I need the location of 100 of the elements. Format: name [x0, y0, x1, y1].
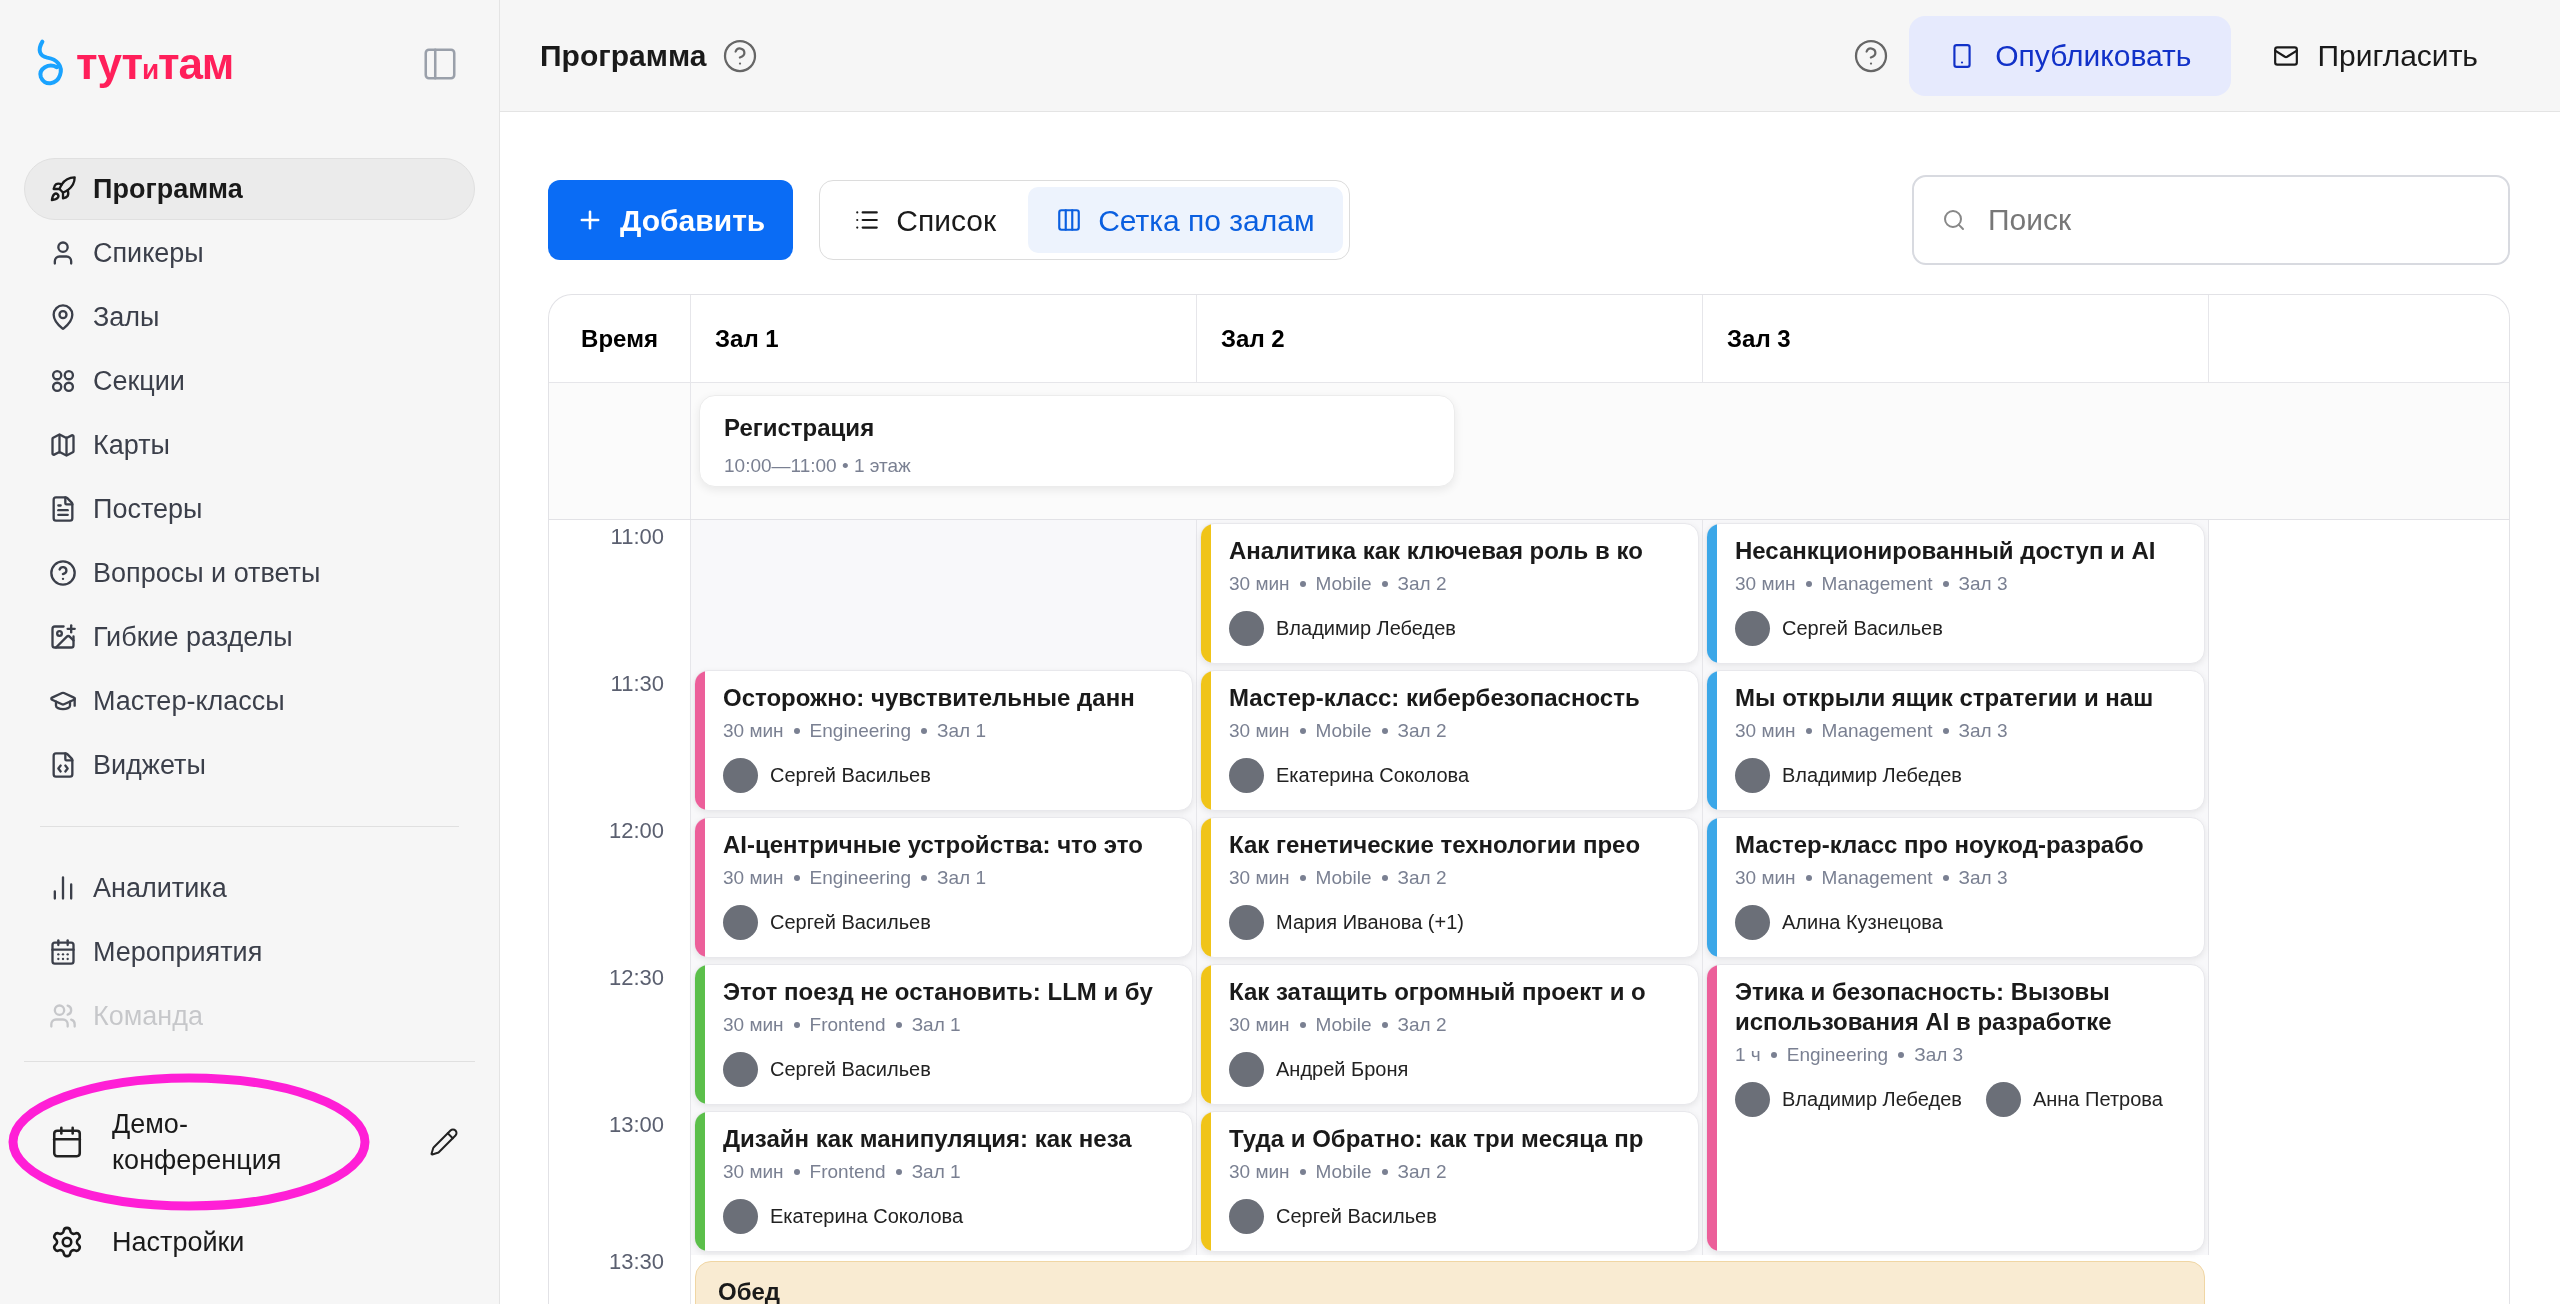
sidebar-item[interactable]: Аналитика — [24, 857, 475, 919]
users-icon — [49, 1002, 77, 1030]
session-title: Как затащить огромный проект и о — [1229, 977, 1646, 1007]
session-track: Mobile — [1315, 1160, 1372, 1184]
session-title: Туда и Обратно: как три месяца пр — [1229, 1124, 1644, 1154]
speaker-name: Анна Петрова — [2032, 1087, 2163, 1112]
speaker-name: Сергей Васильев — [770, 763, 931, 788]
settings-button[interactable]: Настройки — [24, 1222, 475, 1263]
sidebar-item[interactable]: Мероприятия — [24, 921, 475, 983]
session-track: Frontend — [809, 1160, 886, 1184]
avatar — [1229, 1051, 1264, 1087]
session-room: Зал 3 — [1958, 572, 2008, 596]
session-title: Этот поезд не остановить: LLM и бу — [723, 977, 1153, 1007]
session-track: Management — [1821, 572, 1933, 596]
sidebar-toggle-icon[interactable] — [421, 45, 459, 83]
image-icon — [49, 623, 77, 651]
speaker-name: Сергей Васильев — [1276, 1204, 1437, 1229]
sidebar-item[interactable]: Гибкие разделы — [24, 606, 475, 668]
session-duration: 30 мин — [723, 719, 784, 743]
session-card[interactable]: Как генетические технологии прео 30 мин Mobile Зал 2 Мария Иванова (+1) — [1200, 817, 1699, 958]
session-duration: 30 мин — [1229, 1013, 1290, 1037]
time-label: 12:00 — [608, 817, 664, 844]
session-card[interactable]: AI-центричные устройства: что это 30 мин Engineering Зал 1 Сергей Васильев — [694, 817, 1193, 958]
session-room: Зал 1 — [911, 1160, 961, 1184]
session-title: Осторожно: чувствительные данн — [723, 683, 1135, 713]
session-room: Зал 1 — [911, 1013, 961, 1037]
session-duration: 30 мин — [1735, 866, 1796, 890]
session-card[interactable]: Туда и Обратно: как три месяца пр 30 мин Mobile Зал 2 Сергей Васильев — [1200, 1111, 1699, 1252]
session-card[interactable]: Этика и безопасность: Вызовы использования AI в разработке 1 ч Engineering Зал 3 Владимир Лебедев Анна Петрова — [1706, 964, 2205, 1252]
session-title: Мастер-класс про ноукод-разрабо — [1735, 830, 2144, 860]
session-room: Зал 2 — [1397, 572, 1447, 596]
registration-card[interactable]: Регистрация 10:00—11:00 • 1 этаж — [699, 395, 1455, 487]
session-card[interactable]: Дизайн как манипуляция: как неза 30 мин Frontend Зал 1 Екатерина Соколова — [694, 1111, 1193, 1252]
speaker-name: Сергей Васильев — [770, 1057, 931, 1082]
edit-icon[interactable] — [429, 1127, 459, 1157]
session-card[interactable]: Осторожно: чувствительные данн 30 мин Engineering Зал 1 Сергей Васильев — [694, 670, 1193, 811]
speaker-name: Владимир Лебедев — [1276, 616, 1456, 641]
session-card[interactable]: Аналитика как ключевая роль в ко 30 мин Mobile Зал 2 Владимир Лебедев — [1200, 523, 1699, 664]
session-duration: 30 мин — [1229, 1160, 1290, 1184]
search-field[interactable]: Поиск — [1912, 175, 2510, 265]
avatar — [1229, 1198, 1264, 1234]
session-card[interactable]: Мастер-класс про ноукод-разрабо 30 мин Management Зал 3 Алина Кузнецова — [1706, 817, 2205, 958]
speaker-name: Алина Кузнецова — [1782, 910, 1943, 935]
session-title: Обед — [718, 1278, 781, 1304]
session-duration: 30 мин — [1735, 572, 1796, 596]
avatar — [1229, 904, 1264, 940]
sidebar-item[interactable]: Вопросы и ответы — [24, 542, 475, 604]
session-card[interactable]: Мы открыли ящик стратегии и наш 30 мин Management Зал 3 Владимир Лебедев — [1706, 670, 2205, 811]
add-button[interactable]: Добавить — [548, 180, 794, 260]
session-room: Зал 2 — [1397, 719, 1447, 743]
view-tab[interactable]: Список — [826, 187, 1025, 253]
time-label: 12:30 — [608, 964, 664, 991]
map-icon — [49, 431, 77, 459]
calendar-icon — [50, 1125, 84, 1159]
avatar — [1735, 904, 1770, 940]
column-header: Зал 3 — [1703, 295, 2209, 382]
session-room: Зал 3 — [1958, 719, 2008, 743]
session-track: Engineering — [1786, 1043, 1889, 1067]
sidebar-item[interactable]: Виджеты — [24, 734, 475, 796]
column-header: Зал 1 — [691, 295, 1197, 382]
sidebar-item[interactable]: Залы — [24, 286, 475, 348]
session-title: Аналитика как ключевая роль в ко — [1229, 536, 1643, 566]
session-duration: 30 мин — [723, 1160, 784, 1184]
session-track: Mobile — [1315, 719, 1372, 743]
time-label: 13:00 — [608, 1111, 664, 1138]
session-card[interactable]: Несанкционированный доступ и AI 30 мин Management Зал 3 Сергей Васильев — [1706, 523, 2205, 664]
sidebar-item[interactable]: Программа — [24, 158, 475, 220]
session-card[interactable]: Этот поезд не остановить: LLM и бу 30 мин Frontend Зал 1 Сергей Васильев — [694, 964, 1193, 1105]
session-room: Зал 2 — [1397, 1160, 1447, 1184]
speaker-name: Владимир Лебедев — [1782, 1087, 1962, 1112]
view-tab[interactable]: Сетка по залам — [1028, 187, 1343, 253]
avatar — [1735, 757, 1770, 793]
session-title: AI-центричные устройства: что это — [723, 830, 1143, 860]
invite-button[interactable]: Пригласить — [2231, 15, 2520, 96]
speaker-name: Владимир Лебедев — [1782, 763, 1962, 788]
session-card[interactable]: Мастер-класс: кибербезопасность 30 мин Mobile Зал 2 Екатерина Соколова — [1200, 670, 1699, 811]
session-card[interactable]: Как затащить огромный проект и о 30 мин Mobile Зал 2 Андрей Броня — [1200, 964, 1699, 1105]
session-duration: 30 мин — [723, 866, 784, 890]
sidebar-item[interactable]: Секции — [24, 350, 475, 412]
session-track: Mobile — [1315, 572, 1372, 596]
speaker-name: Сергей Васильев — [1782, 616, 1943, 641]
settings-icon — [50, 1225, 84, 1260]
help-icon[interactable] — [1853, 37, 1890, 74]
session-title: Несанкционированный доступ и AI — [1735, 536, 2156, 566]
session-duration: 30 мин — [1229, 866, 1290, 890]
speaker-name: Екатерина Соколова — [1276, 763, 1470, 788]
session-track: Management — [1821, 866, 1933, 890]
avatar — [1735, 1081, 1770, 1117]
sidebar-item[interactable]: Постеры — [24, 478, 475, 540]
publish-button[interactable]: Опубликовать — [1909, 15, 2232, 96]
sidebar-item[interactable]: Спикеры — [24, 222, 475, 284]
avatar — [723, 757, 758, 793]
help-icon[interactable] — [722, 37, 759, 74]
session-track: Mobile — [1315, 866, 1372, 890]
session-track: Engineering — [809, 866, 911, 890]
columns-icon — [1056, 207, 1083, 233]
column-header: Зал 2 — [1197, 295, 1703, 382]
speaker-name: Сергей Васильев — [770, 910, 931, 935]
sidebar-item[interactable]: Мастер-классы — [24, 670, 475, 732]
sidebar-item[interactable]: Карты — [24, 414, 475, 476]
